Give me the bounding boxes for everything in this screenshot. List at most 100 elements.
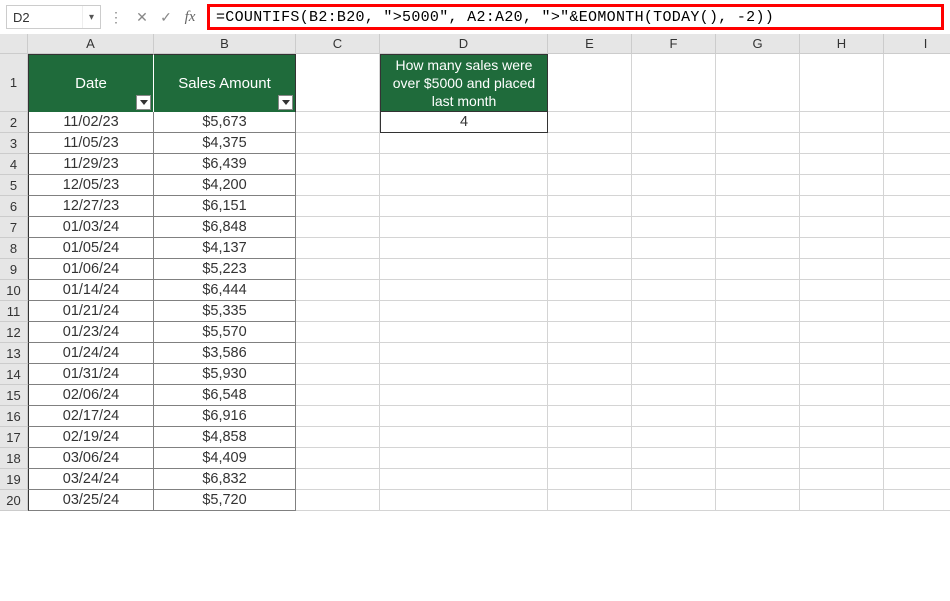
cell-H5[interactable]	[800, 175, 884, 196]
amount-cell[interactable]: $6,151	[154, 196, 296, 217]
date-cell[interactable]: 03/06/24	[28, 448, 154, 469]
cell-G13[interactable]	[716, 343, 800, 364]
amount-cell[interactable]: $4,200	[154, 175, 296, 196]
row-header-19[interactable]: 19	[0, 469, 28, 490]
cell-H1[interactable]	[800, 54, 884, 112]
cell-I18[interactable]	[884, 448, 950, 469]
cell-G9[interactable]	[716, 259, 800, 280]
cell-C17[interactable]	[296, 427, 380, 448]
cell-G14[interactable]	[716, 364, 800, 385]
date-cell[interactable]: 11/29/23	[28, 154, 154, 175]
cell-G5[interactable]	[716, 175, 800, 196]
cell-F4[interactable]	[632, 154, 716, 175]
cell-I15[interactable]	[884, 385, 950, 406]
date-cell[interactable]: 01/24/24	[28, 343, 154, 364]
cell-H9[interactable]	[800, 259, 884, 280]
cell-G6[interactable]	[716, 196, 800, 217]
cell-I16[interactable]	[884, 406, 950, 427]
cell-D18[interactable]	[380, 448, 548, 469]
amount-cell[interactable]: $3,586	[154, 343, 296, 364]
amount-cell[interactable]: $6,916	[154, 406, 296, 427]
cell-I14[interactable]	[884, 364, 950, 385]
amount-cell[interactable]: $6,439	[154, 154, 296, 175]
cell-E14[interactable]	[548, 364, 632, 385]
row-header-7[interactable]: 7	[0, 217, 28, 238]
row-header-9[interactable]: 9	[0, 259, 28, 280]
cell-F8[interactable]	[632, 238, 716, 259]
cell-F16[interactable]	[632, 406, 716, 427]
cell-D11[interactable]	[380, 301, 548, 322]
cell-D10[interactable]	[380, 280, 548, 301]
row-header-2[interactable]: 2	[0, 112, 28, 133]
cell-E11[interactable]	[548, 301, 632, 322]
cell-D16[interactable]	[380, 406, 548, 427]
cell-F2[interactable]	[632, 112, 716, 133]
row-header-12[interactable]: 12	[0, 322, 28, 343]
cell-D4[interactable]	[380, 154, 548, 175]
amount-cell[interactable]: $5,335	[154, 301, 296, 322]
cell-E12[interactable]	[548, 322, 632, 343]
cell-G16[interactable]	[716, 406, 800, 427]
row-header-16[interactable]: 16	[0, 406, 28, 427]
cell-G2[interactable]	[716, 112, 800, 133]
cell-F6[interactable]	[632, 196, 716, 217]
cell-E20[interactable]	[548, 490, 632, 511]
cell-G7[interactable]	[716, 217, 800, 238]
cell-E7[interactable]	[548, 217, 632, 238]
date-cell[interactable]: 01/05/24	[28, 238, 154, 259]
cell-I19[interactable]	[884, 469, 950, 490]
cell-E18[interactable]	[548, 448, 632, 469]
row-header-6[interactable]: 6	[0, 196, 28, 217]
row-header-3[interactable]: 3	[0, 133, 28, 154]
cell-D20[interactable]	[380, 490, 548, 511]
date-cell[interactable]: 01/06/24	[28, 259, 154, 280]
cell-E1[interactable]	[548, 54, 632, 112]
cell-H3[interactable]	[800, 133, 884, 154]
cell-H18[interactable]	[800, 448, 884, 469]
cell-C5[interactable]	[296, 175, 380, 196]
cell-F1[interactable]	[632, 54, 716, 112]
date-cell[interactable]: 03/25/24	[28, 490, 154, 511]
cell-C13[interactable]	[296, 343, 380, 364]
cell-F10[interactable]	[632, 280, 716, 301]
cell-F20[interactable]	[632, 490, 716, 511]
filter-icon[interactable]	[278, 95, 293, 110]
cell-F3[interactable]	[632, 133, 716, 154]
cell-I17[interactable]	[884, 427, 950, 448]
cell-E13[interactable]	[548, 343, 632, 364]
date-cell[interactable]: 01/14/24	[28, 280, 154, 301]
cell-I5[interactable]	[884, 175, 950, 196]
cell-I3[interactable]	[884, 133, 950, 154]
cell-E2[interactable]	[548, 112, 632, 133]
cell-G4[interactable]	[716, 154, 800, 175]
cell-C18[interactable]	[296, 448, 380, 469]
amount-cell[interactable]: $6,848	[154, 217, 296, 238]
col-header-A[interactable]: A	[28, 34, 154, 54]
cell-H12[interactable]	[800, 322, 884, 343]
date-cell[interactable]: 11/02/23	[28, 112, 154, 133]
cell-G20[interactable]	[716, 490, 800, 511]
amount-cell[interactable]: $5,930	[154, 364, 296, 385]
cell-I9[interactable]	[884, 259, 950, 280]
formula-input[interactable]	[216, 9, 935, 26]
cell-C19[interactable]	[296, 469, 380, 490]
cell-C7[interactable]	[296, 217, 380, 238]
cell-D14[interactable]	[380, 364, 548, 385]
col-header-F[interactable]: F	[632, 34, 716, 54]
amount-cell[interactable]: $4,409	[154, 448, 296, 469]
amount-cell[interactable]: $6,832	[154, 469, 296, 490]
cell-D13[interactable]	[380, 343, 548, 364]
cell-D7[interactable]	[380, 217, 548, 238]
cell-D5[interactable]	[380, 175, 548, 196]
cell-F5[interactable]	[632, 175, 716, 196]
row-header-18[interactable]: 18	[0, 448, 28, 469]
cell-I2[interactable]	[884, 112, 950, 133]
cell-G12[interactable]	[716, 322, 800, 343]
cell-H16[interactable]	[800, 406, 884, 427]
cell-G11[interactable]	[716, 301, 800, 322]
cell-E3[interactable]	[548, 133, 632, 154]
filter-icon[interactable]	[136, 95, 151, 110]
cell-H10[interactable]	[800, 280, 884, 301]
amount-cell[interactable]: $5,673	[154, 112, 296, 133]
date-cell[interactable]: 02/19/24	[28, 427, 154, 448]
